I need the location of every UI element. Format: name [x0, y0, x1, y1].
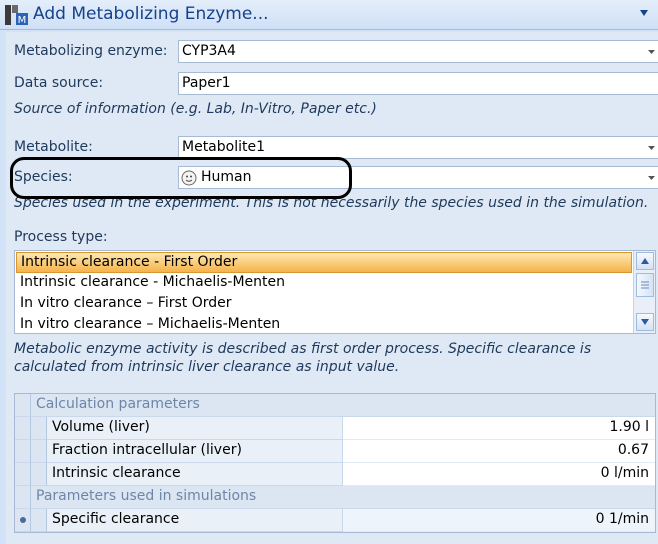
param-value[interactable]: 0 1/min [343, 509, 655, 532]
chevron-down-icon[interactable] [648, 176, 655, 180]
grip-icon [641, 281, 649, 289]
list-scrollbar[interactable] [633, 251, 655, 333]
param-value[interactable]: 0 l/min [343, 463, 655, 486]
metabolite-label: Metabolite: [14, 139, 93, 155]
process-description-line1: Metabolic enzyme activity is described a… [14, 341, 592, 357]
svg-text:M: M [18, 15, 27, 26]
metabolite-value: Metabolite1 [182, 139, 266, 155]
row-indicator [15, 463, 31, 486]
data-source-input[interactable]: Paper1 [178, 72, 658, 95]
process-description-line2: calculated from intrinsic liver clearanc… [14, 359, 400, 375]
row-indent [31, 463, 47, 486]
species-combo[interactable]: Human [178, 166, 658, 189]
group-row: Parameters used in simulations [15, 486, 655, 509]
chevron-down-icon[interactable] [648, 146, 655, 150]
enzyme-label: Metabolizing enzyme: [14, 43, 168, 59]
scroll-down-button[interactable] [636, 313, 654, 331]
info-icon [20, 517, 26, 523]
enzyme-value: CYP3A4 [182, 43, 236, 59]
table-row[interactable]: Fraction intracellular (liver) 0.67 [15, 440, 655, 463]
data-source-hint: Source of information (e.g. Lab, In-Vitr… [14, 101, 377, 117]
row-indicator [15, 394, 31, 417]
species-value: Human [201, 169, 252, 185]
species-hint: Species used in the experiment. This is … [14, 195, 649, 211]
process-type-label: Process type: [14, 229, 108, 245]
group-header: Calculation parameters [31, 394, 655, 417]
table-row[interactable]: Volume (liver) 1.90 l [15, 417, 655, 440]
row-indicator [15, 440, 31, 463]
species-icon [181, 170, 197, 186]
table-row[interactable]: Intrinsic clearance 0 l/min [15, 463, 655, 486]
row-indicator [15, 417, 31, 440]
title-bar[interactable]: M Add Metabolizing Enzyme... [0, 0, 658, 30]
list-item[interactable]: Intrinsic clearance - Michaelis-Menten [16, 273, 632, 294]
group-header: Parameters used in simulations [31, 486, 655, 509]
data-source-value: Paper1 [182, 75, 231, 91]
window-title: Add Metabolizing Enzyme... [33, 4, 269, 24]
scroll-thumb[interactable] [636, 273, 654, 297]
table-row[interactable]: Specific clearance 0 1/min [15, 509, 655, 532]
param-name: Fraction intracellular (liver) [47, 440, 343, 463]
list-item[interactable]: In vitro clearance – Michaelis-Menten [16, 315, 632, 336]
process-type-list[interactable]: Intrinsic clearance - First Order Intrin… [14, 250, 656, 334]
parameters-grid[interactable]: Calculation parameters Volume (liver) 1.… [14, 393, 656, 533]
app-icon: M [5, 5, 28, 26]
metabolite-combo[interactable]: Metabolite1 [178, 136, 658, 159]
enzyme-combo[interactable]: CYP3A4 [178, 40, 658, 63]
arrow-up-icon [641, 258, 649, 264]
row-indent [31, 440, 47, 463]
species-label: Species: [14, 169, 73, 185]
data-source-label: Data source: [14, 75, 104, 91]
chevron-down-icon[interactable] [648, 50, 655, 54]
param-value[interactable]: 0.67 [343, 440, 655, 463]
group-row: Calculation parameters [15, 394, 655, 417]
row-indicator [15, 486, 31, 509]
arrow-down-icon [641, 319, 649, 325]
row-indent [31, 509, 47, 532]
chevron-down-icon[interactable] [638, 8, 650, 18]
row-indent [31, 417, 47, 440]
scroll-up-button[interactable] [636, 252, 654, 270]
list-item[interactable]: In vitro clearance – First Order [16, 294, 632, 315]
list-item[interactable]: Intrinsic clearance - First Order [16, 252, 632, 273]
row-indicator [15, 509, 31, 532]
param-value[interactable]: 1.90 l [343, 417, 655, 440]
param-name: Volume (liver) [47, 417, 343, 440]
param-name: Specific clearance [47, 509, 343, 532]
param-name: Intrinsic clearance [47, 463, 343, 486]
